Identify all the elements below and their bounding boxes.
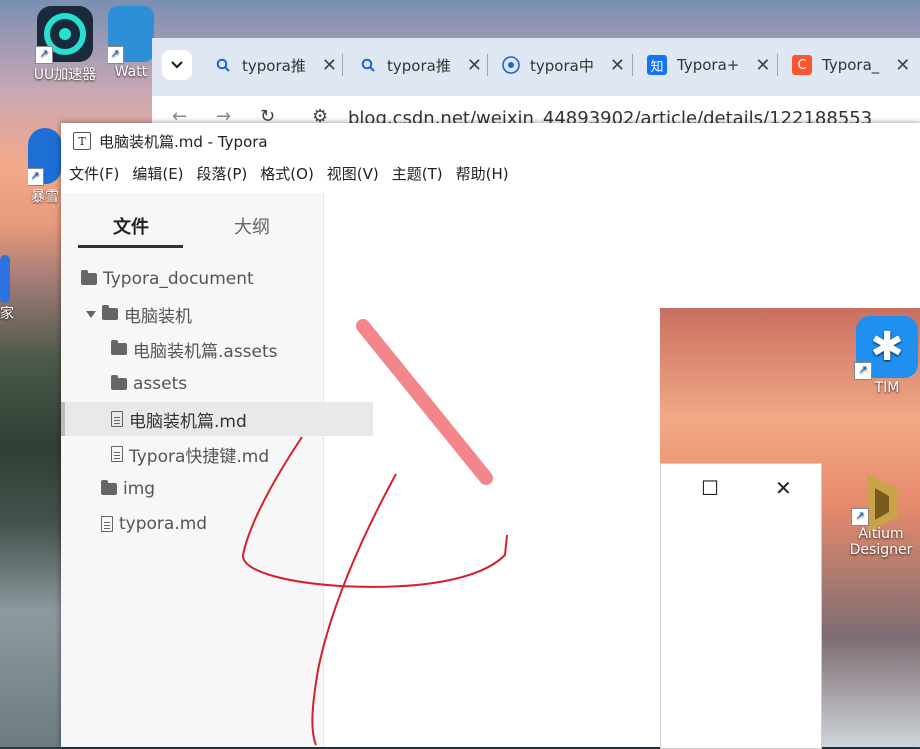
close-tab-icon[interactable]: ✕ [895, 55, 910, 76]
search-icon [214, 56, 232, 74]
shortcut-arrow-icon: ↗ [35, 46, 53, 64]
tree-item-label: 电脑装机篇.assets [133, 341, 278, 362]
tree-item-img[interactable]: img [61, 472, 363, 506]
background-dialog: ☐ ✕ [660, 463, 822, 749]
svg-text:✱: ✱ [870, 324, 904, 370]
folder-icon [111, 340, 127, 355]
folder-icon [111, 375, 127, 390]
folder-icon [81, 270, 97, 285]
altium-icon: ↗ [851, 468, 909, 532]
shortcut-arrow-icon: ↗ [28, 168, 44, 186]
browser-tab[interactable]: typora推 ✕ [359, 48, 482, 82]
file-icon [111, 446, 123, 462]
browser-tab[interactable]: typora中 ✕ [502, 48, 625, 82]
folder-icon [102, 305, 118, 320]
tree-item-assets[interactable]: assets [61, 367, 373, 401]
file-sidebar: 文件 大纲 Typora_document 电脑装机 电脑装机篇.assets … [61, 193, 373, 747]
close-tab-icon[interactable]: ✕ [610, 55, 625, 76]
menu-edit[interactable]: 编辑(E) [132, 163, 183, 191]
maximize-button[interactable]: ☐ [701, 476, 719, 500]
chevron-down-icon[interactable] [86, 310, 96, 318]
tree-item-pc-build-folder[interactable]: 电脑装机 [61, 297, 348, 331]
desktop-icon-label: UU加速器 [33, 67, 97, 83]
tree-item-label: assets [133, 374, 188, 394]
desktop-icon-watt[interactable]: ↗ Watt [108, 6, 154, 80]
tab-label: typora推 [242, 56, 306, 75]
menu-paragraph[interactable]: 段落(P) [197, 163, 248, 191]
desktop-icon-label: 暴雪 [31, 189, 59, 205]
browser-tab[interactable]: C Typora_ ✕ [792, 48, 910, 82]
tree-item-typora-md[interactable]: typora.md [61, 507, 363, 541]
tab-files[interactable]: 文件 [113, 213, 149, 239]
folder-icon [101, 480, 117, 495]
tree-item-label: Typora快捷键.md [129, 446, 270, 467]
desktop-icon-altium[interactable]: ↗ Altium Designer [840, 468, 920, 558]
tree-item-label: img [123, 479, 156, 499]
close-tab-icon[interactable]: ✕ [322, 55, 337, 76]
watt-toolkit-icon: ↗ [108, 6, 154, 64]
browser-tab[interactable]: typora推 ✕ [214, 48, 337, 82]
close-button[interactable]: ✕ [775, 476, 792, 500]
tab-divider [487, 54, 488, 76]
desktop-icon-tim[interactable]: ✱ ↗ TIM [850, 316, 920, 396]
zhihu-icon: 知 [647, 55, 667, 75]
tab-label: Typora_ [822, 56, 880, 74]
rss-icon [502, 56, 520, 74]
menu-view[interactable]: 视图(V) [327, 163, 379, 191]
tab-label: typora推 [387, 56, 451, 75]
desktop-icon-partial[interactable]: 家 [0, 255, 20, 323]
uu-accelerator-icon: ↗ [35, 6, 93, 64]
menu-format[interactable]: 格式(O) [260, 163, 314, 191]
tim-icon: ✱ ↗ [854, 316, 918, 380]
window-title: 电脑装机篇.md - Typora [99, 132, 268, 151]
desktop-icon-label: Watt [114, 64, 148, 80]
typora-window: T 电脑装机篇.md - Typora 文件(F) 编辑(E) 段落(P) 格式… [61, 123, 920, 749]
tree-item-label: Typora_document [103, 269, 254, 289]
tab-outline[interactable]: 大纲 [234, 213, 270, 239]
desktop-icon-battlenet[interactable]: ↗ 暴雪 [28, 128, 62, 206]
tree-item-label: 电脑装机篇.md [129, 411, 247, 432]
app-icon [0, 255, 10, 303]
tree-item-label: 电脑装机 [124, 306, 192, 327]
file-icon [111, 411, 123, 427]
shortcut-arrow-icon: ↗ [854, 362, 872, 380]
tree-item-assets-folder[interactable]: 电脑装机篇.assets [61, 332, 373, 366]
menu-help[interactable]: 帮助(H) [456, 163, 509, 191]
desktop-icon-label: Designer [849, 542, 913, 558]
sidebar-tabs: 文件 大纲 [61, 205, 323, 249]
tab-list-dropdown[interactable] [162, 50, 192, 80]
desktop-overlay-region: ✱ ↗ TIM ↗ Altium Designer ☐ ✕ [660, 308, 920, 749]
desktop-icon-uu[interactable]: ↗ UU加速器 [28, 6, 102, 84]
menu-theme[interactable]: 主题(T) [392, 163, 443, 191]
tree-item-label: typora.md [119, 514, 208, 534]
menu-file[interactable]: 文件(F) [69, 163, 119, 191]
shortcut-arrow-icon: ↗ [851, 508, 869, 526]
tab-divider [342, 54, 343, 76]
menu-bar: 文件(F) 编辑(E) 段落(P) 格式(O) 视图(V) 主题(T) 帮助(H… [61, 163, 514, 191]
desktop-icon-label: TIM [874, 380, 900, 396]
tree-item-typora-document[interactable]: Typora_document [61, 262, 343, 296]
browser-tab[interactable]: 知 Typora+ ✕ [647, 48, 770, 82]
battlenet-icon: ↗ [28, 128, 62, 186]
desktop-icon-label: 家 [0, 306, 14, 322]
file-icon [101, 516, 113, 532]
tree-item-pc-build-md[interactable]: 电脑装机篇.md [61, 402, 373, 436]
active-tab-indicator [78, 245, 183, 248]
typora-app-icon: T [73, 132, 91, 150]
tab-label: typora中 [530, 56, 594, 75]
title-bar: T 电脑装机篇.md - Typora [61, 123, 920, 159]
close-tab-icon[interactable]: ✕ [755, 55, 770, 76]
shortcut-arrow-icon: ↗ [108, 46, 124, 64]
tab-divider [777, 54, 778, 76]
csdn-icon: C [792, 55, 812, 75]
search-icon [359, 56, 377, 74]
tab-label: Typora+ [677, 56, 740, 74]
tree-item-shortcuts-md[interactable]: Typora快捷键.md [61, 437, 373, 471]
tab-divider [632, 54, 633, 76]
close-tab-icon[interactable]: ✕ [467, 55, 482, 76]
